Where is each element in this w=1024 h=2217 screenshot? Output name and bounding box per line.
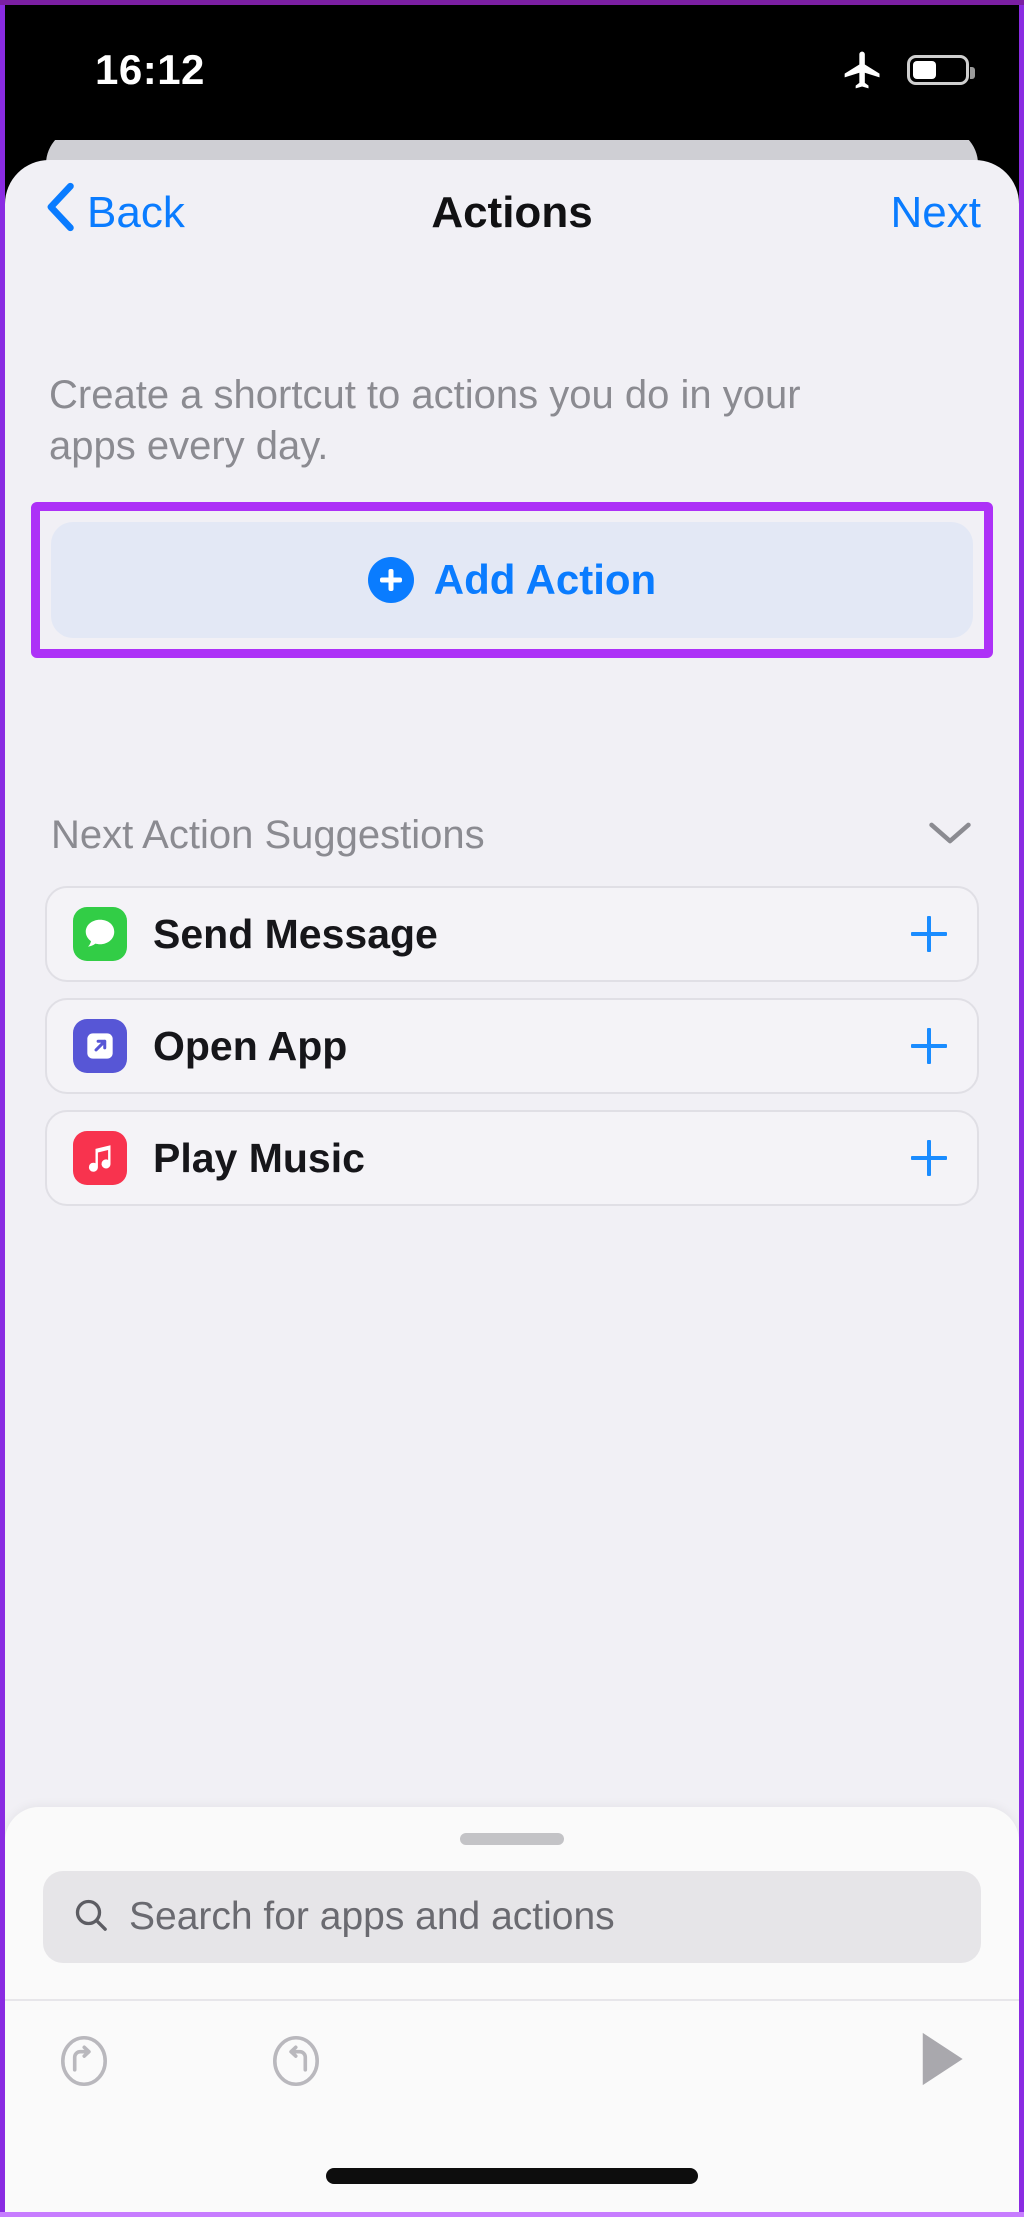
list-item[interactable]: Send Message [45, 886, 979, 983]
add-action-highlight: Add Action [31, 502, 993, 659]
list-item[interactable]: Open App [45, 998, 979, 1095]
music-app-icon [73, 1131, 127, 1186]
list-item-label: Open App [153, 1022, 348, 1069]
description-text: Create a shortcut to actions you do in y… [49, 373, 801, 469]
screenshot-frame-top [0, 0, 1024, 5]
back-button-label: Back [87, 187, 185, 237]
plus-circle-icon [367, 557, 414, 604]
next-action-suggestions-title: Next Action Suggestions [51, 813, 485, 858]
chevron-left-icon [43, 181, 77, 244]
sheet-drag-handle[interactable] [460, 1833, 564, 1845]
status-bar-time: 16:12 [95, 46, 205, 93]
status-bar-indicators [841, 48, 975, 92]
search-input[interactable] [129, 1895, 953, 1939]
next-action-suggestions-header[interactable]: Next Action Suggestions [51, 813, 973, 858]
redo-icon[interactable] [265, 2030, 327, 2092]
next-button[interactable]: Next [891, 188, 981, 238]
back-button[interactable]: Back [43, 181, 185, 244]
add-action-button[interactable]: Add Action [51, 522, 973, 639]
undo-icon[interactable] [53, 2030, 115, 2092]
search-bottom-sheet [5, 1807, 1019, 2212]
list-item-label: Send Message [153, 910, 438, 957]
messages-app-icon [73, 907, 127, 962]
add-suggestion-button[interactable] [909, 1026, 949, 1066]
airplane-mode-icon [841, 48, 885, 92]
search-icon [71, 1895, 111, 1940]
play-icon[interactable] [913, 2026, 971, 2097]
battery-fill [913, 61, 936, 79]
add-suggestion-button[interactable] [909, 1138, 949, 1178]
add-suggestion-button[interactable] [909, 914, 949, 954]
list-item[interactable]: Play Music [45, 1110, 979, 1207]
list-item-label: Play Music [153, 1134, 365, 1181]
navigation-bar: Back Actions Next [5, 160, 1019, 265]
suggestion-list: Send Message Open App Play Music [45, 886, 979, 1207]
screenshot-frame-bottom [0, 2212, 1024, 2217]
add-action-label: Add Action [433, 556, 657, 604]
open-app-icon [73, 1019, 127, 1074]
phone-screen: 16:12 Back Actions Next Create a shortcu… [0, 0, 1024, 2217]
search-bar[interactable] [43, 1871, 981, 1963]
battery-icon [907, 55, 975, 85]
chevron-down-icon[interactable] [927, 818, 973, 853]
home-indicator[interactable] [326, 2168, 698, 2184]
status-bar: 16:12 [0, 0, 1024, 140]
editor-toolbar [5, 2001, 1019, 2121]
